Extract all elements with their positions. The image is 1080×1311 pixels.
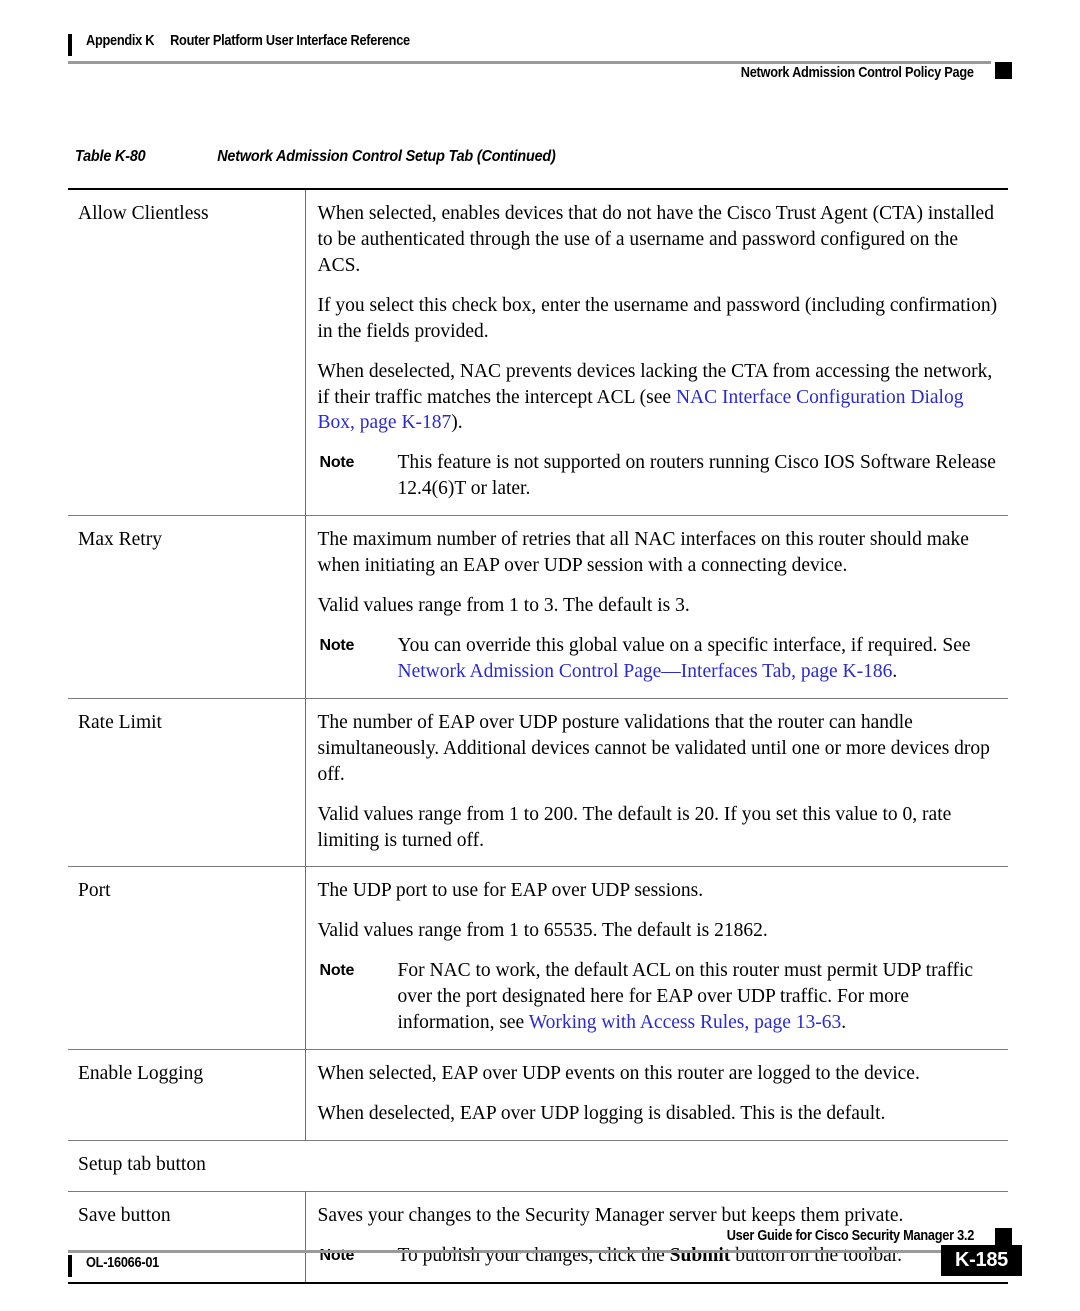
table-row: Rate Limit The number of EAP over UDP po… [68, 697, 1008, 867]
description-paragraph: The maximum number of retries that all N… [317, 529, 969, 577]
description-paragraph: Valid values range from 1 to 3. The defa… [317, 595, 690, 617]
note-block: Note This feature is not supported on ro… [318, 450, 1005, 502]
row-description-cell: When selected, enables devices that do n… [305, 188, 1008, 516]
table-row: Max Retry The maximum number of retries … [68, 515, 1008, 699]
cross-reference-link-access-rules[interactable]: Working with Access Rules, page 13-63 [529, 1012, 842, 1033]
row-name-rate-limit: Rate Limit [78, 711, 162, 733]
row-description-cell: When selected, EAP over UDP events on th… [305, 1049, 1008, 1141]
note-text: You can override this global value on a … [397, 634, 971, 656]
table-caption-number: Table K-80 [75, 148, 146, 165]
footer-rule-line [68, 1250, 991, 1253]
setup-tab-reference-table: Allow Clientless When selected, enables … [68, 188, 1008, 1284]
table-caption: Table K-80 Network Admission Control Setu… [75, 148, 921, 166]
document-page: Appendix K Router Platform User Interface… [0, 0, 1080, 1311]
row-name-allow-clientless: Allow Clientless [78, 203, 209, 224]
description-paragraph: Valid values range from 1 to 65535. The … [317, 920, 768, 942]
table-caption-title: Network Admission Control Setup Tab (Con… [217, 148, 556, 165]
description-paragraph: The UDP port to use for EAP over UDP ses… [317, 880, 704, 902]
footer-left-rule-marker [68, 1255, 72, 1277]
row-name-cell: Rate Limit [68, 697, 306, 867]
row-name-cell: Enable Logging [68, 1049, 306, 1141]
header-square-marker [995, 62, 1012, 79]
description-paragraph: When selected, enables devices that do n… [317, 203, 994, 276]
description-paragraph: The number of EAP over UDP posture valid… [317, 711, 990, 785]
row-description-cell: The number of EAP over UDP posture valid… [305, 697, 1008, 867]
paragraph-tail: ). [451, 412, 463, 434]
row-name-cell: Max Retry [68, 515, 306, 699]
table-row: Port The UDP port to use for EAP over UD… [68, 866, 1008, 1050]
row-description-cell: The maximum number of retries that all N… [305, 515, 1008, 699]
note-label: Note [319, 636, 355, 654]
header-appendix-name: Router Platform User Interface Reference [170, 33, 410, 49]
running-header: Appendix K Router Platform User Interface… [68, 32, 1012, 88]
section-row-label: Setup tab button [78, 1153, 206, 1175]
description-paragraph: Valid values range from 1 to 200. The de… [317, 803, 952, 851]
page-number-badge: K-185 [941, 1245, 1022, 1276]
note-tail: . [892, 660, 898, 682]
row-name-enable-logging: Enable Logging [78, 1063, 204, 1085]
description-paragraph: Saves your changes to the Security Manag… [317, 1204, 904, 1226]
description-paragraph: When deselected, NAC prevents devices la… [318, 359, 1005, 437]
note-text: This feature is not supported on routers… [397, 452, 996, 500]
header-appendix-title: Appendix K Router Platform User Interface… [86, 33, 410, 49]
table-row: Allow Clientless When selected, enables … [68, 188, 1008, 516]
footer-guide-title: User Guide for Cisco Security Manager 3.… [726, 1228, 975, 1244]
header-left-rule-marker [68, 34, 72, 56]
row-name-port: Port [78, 880, 111, 902]
table-section-row: Setup tab button [68, 1139, 1008, 1192]
description-paragraph: If you select this check box, enter the … [317, 294, 998, 342]
row-name-save-button: Save button [78, 1204, 171, 1226]
row-name-max-retry: Max Retry [78, 529, 162, 551]
description-paragraph: When deselected, EAP over UDP logging is… [317, 1102, 886, 1124]
note-block: Note You can override this global value … [318, 633, 1005, 685]
running-footer: User Guide for Cisco Security Manager 3.… [68, 1228, 1022, 1288]
description-paragraph: When selected, EAP over UDP events on th… [317, 1063, 920, 1085]
note-label: Note [319, 454, 355, 472]
header-appendix-label: Appendix K [86, 33, 155, 49]
header-rule-line [68, 61, 991, 64]
row-name-cell: Port [68, 866, 306, 1050]
note-block: Note For NAC to work, the default ACL on… [318, 958, 1005, 1036]
note-label: Note [319, 962, 355, 980]
row-description-cell: The UDP port to use for EAP over UDP ses… [305, 866, 1008, 1050]
cross-reference-link-interfaces-tab[interactable]: Network Admission Control Page—Interface… [398, 661, 893, 682]
header-section-title: Network Admission Control Policy Page [741, 65, 974, 81]
table-row: Enable Logging When selected, EAP over U… [68, 1049, 1008, 1141]
section-row-cell: Setup tab button [68, 1139, 1008, 1192]
note-tail: . [841, 1012, 847, 1034]
footer-document-id: OL-16066-01 [86, 1255, 159, 1271]
row-name-cell: Allow Clientless [68, 188, 306, 516]
footer-square-marker [995, 1228, 1012, 1245]
